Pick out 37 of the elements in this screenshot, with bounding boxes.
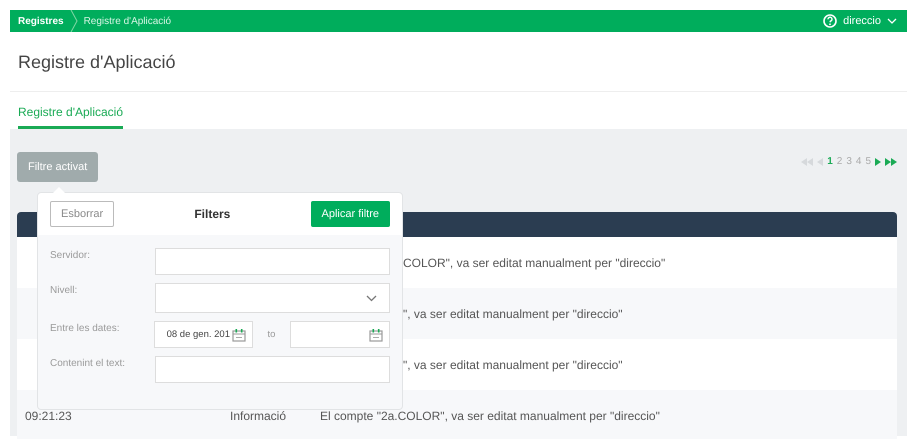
page-link[interactable]: 2 [836, 156, 842, 167]
page-link[interactable]: 5 [865, 156, 871, 167]
message-cell: ", va ser editat manualment per "direccio" [403, 306, 623, 320]
chevron-icon [70, 10, 78, 32]
message-cell: COLOR", va ser editat manualment per "direccio" [403, 256, 666, 270]
field-label: Nivell: [50, 284, 78, 296]
next-page-icon[interactable] [875, 158, 881, 166]
date-field[interactable]: 08 de gen. 201 [154, 321, 253, 348]
input-field[interactable] [155, 356, 390, 383]
page-title: Registre d'Aplicació [10, 32, 907, 92]
page-link[interactable]: 3 [846, 156, 852, 167]
message-cell: El compte "2a.COLOR", va ser editat manualment per "direccio" [320, 408, 660, 422]
filter-button[interactable]: Filtre activat [17, 152, 98, 182]
chevron-down-icon[interactable] [887, 18, 897, 24]
calendar-icon[interactable] [369, 328, 383, 342]
chevron-down-icon [366, 294, 377, 302]
input-field[interactable] [155, 248, 390, 275]
field-label: Entre les dates: [50, 322, 120, 334]
breadcrumb-link[interactable]: Registre d'Aplicació [84, 16, 172, 26]
level-cell-text: Informació [230, 408, 288, 422]
range-separator: to [266, 329, 276, 340]
user-menu[interactable]: direccio [843, 15, 881, 27]
page-link[interactable]: 1 [827, 156, 833, 167]
popover-title: Filters [194, 207, 230, 221]
clear-button[interactable]: Esborrar [50, 201, 114, 227]
apply-button[interactable]: Aplicar filtre [310, 201, 390, 227]
calendar-icon[interactable] [232, 328, 246, 342]
message-cell: ", va ser editat manualment per "direccio" [403, 358, 623, 372]
breadcrumb-link[interactable]: Registres [18, 16, 64, 26]
select-field[interactable] [155, 283, 390, 313]
time-cell-text: 09:21:23 [24, 408, 73, 422]
field-label: Servidor: [50, 249, 92, 261]
date-field[interactable] [290, 321, 390, 348]
page-link[interactable]: 4 [856, 156, 862, 167]
last-page-icon[interactable] [885, 158, 897, 166]
field-label: Contenint el text: [50, 357, 126, 369]
help-icon[interactable] [823, 14, 838, 28]
